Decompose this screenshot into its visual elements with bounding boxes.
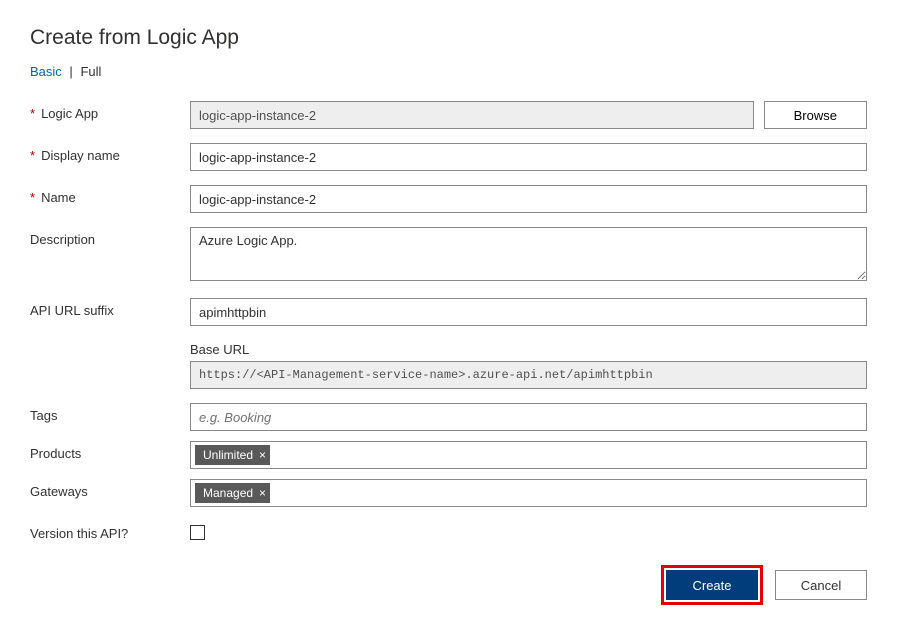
product-chip: Unlimited × [195, 445, 270, 465]
create-button[interactable]: Create [666, 570, 758, 600]
row-tags: Tags [30, 403, 867, 431]
row-display-name: * Display name [30, 143, 867, 171]
required-icon: * [30, 107, 35, 120]
label-api-url-suffix: API URL suffix [30, 303, 114, 318]
browse-button[interactable]: Browse [764, 101, 867, 129]
view-tabs: Basic | Full [30, 64, 867, 79]
row-gateways: Gateways Managed × [30, 479, 867, 507]
tab-separator: | [69, 64, 72, 79]
footer-actions: Create Cancel [661, 565, 867, 605]
label-base-url: Base URL [190, 342, 867, 357]
label-products: Products [30, 446, 81, 461]
logic-app-field[interactable] [190, 101, 754, 129]
row-version-api: Version this API? [30, 521, 867, 543]
row-products: Products Unlimited × [30, 441, 867, 469]
row-description: Description [30, 227, 867, 284]
close-icon[interactable]: × [259, 487, 266, 499]
label-description: Description [30, 232, 95, 247]
description-field[interactable] [190, 227, 867, 281]
label-logic-app: Logic App [41, 106, 98, 121]
name-field[interactable] [190, 185, 867, 213]
row-logic-app: * Logic App Browse [30, 101, 867, 129]
gateways-field[interactable]: Managed × [190, 479, 867, 507]
api-url-suffix-field[interactable] [190, 298, 867, 326]
row-api-url-suffix: API URL suffix Base URL [30, 298, 867, 389]
row-name: * Name [30, 185, 867, 213]
tab-basic[interactable]: Basic [30, 64, 62, 79]
tab-full[interactable]: Full [80, 64, 101, 79]
gateway-chip-label: Managed [203, 486, 253, 500]
page-title: Create from Logic App [30, 26, 867, 50]
tags-field[interactable] [190, 403, 867, 431]
version-api-checkbox[interactable] [190, 525, 205, 540]
gateway-chip: Managed × [195, 483, 270, 503]
base-url-field [190, 361, 867, 389]
product-chip-label: Unlimited [203, 448, 253, 462]
label-gateways: Gateways [30, 484, 88, 499]
label-name: Name [41, 190, 76, 205]
label-tags: Tags [30, 408, 57, 423]
display-name-field[interactable] [190, 143, 867, 171]
cancel-button[interactable]: Cancel [775, 570, 867, 600]
required-icon: * [30, 191, 35, 204]
close-icon[interactable]: × [259, 449, 266, 461]
required-icon: * [30, 149, 35, 162]
products-field[interactable]: Unlimited × [190, 441, 867, 469]
form-container: Create from Logic App Basic | Full * Log… [0, 0, 897, 625]
label-display-name: Display name [41, 148, 120, 163]
create-highlight: Create [661, 565, 763, 605]
label-version-api: Version this API? [30, 526, 128, 541]
